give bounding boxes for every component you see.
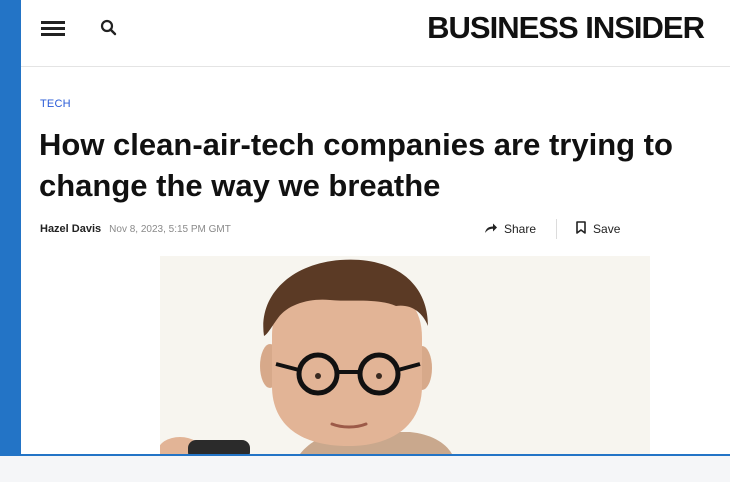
share-button[interactable]: Share xyxy=(484,222,536,237)
author-name[interactable]: Hazel Davis xyxy=(40,223,101,235)
save-label: Save xyxy=(593,222,621,236)
article-hero-image xyxy=(160,256,650,454)
publish-date: Nov 8, 2023, 5:15 PM GMT xyxy=(109,224,231,235)
category-label[interactable]: TECH xyxy=(40,98,71,110)
action-divider xyxy=(556,219,558,239)
left-border-bar xyxy=(0,0,21,482)
share-label: Share xyxy=(504,222,537,236)
article-headline: How clean-air-tech companies are trying … xyxy=(39,127,673,203)
share-icon xyxy=(484,222,498,237)
man-with-glasses-illustration xyxy=(160,256,650,454)
site-header: BUSINESS INSIDER xyxy=(21,0,730,67)
bookmark-icon xyxy=(575,221,587,237)
save-button[interactable]: Save xyxy=(575,221,620,237)
article-actions: Share Save xyxy=(484,219,620,239)
byline: Hazel Davis Nov 8, 2023, 5:15 PM GMT xyxy=(40,223,231,235)
search-icon[interactable] xyxy=(98,17,120,39)
bottom-strip xyxy=(0,456,730,482)
brand-logo[interactable]: BUSINESS INSIDER xyxy=(427,10,705,46)
menu-icon[interactable] xyxy=(41,17,67,39)
